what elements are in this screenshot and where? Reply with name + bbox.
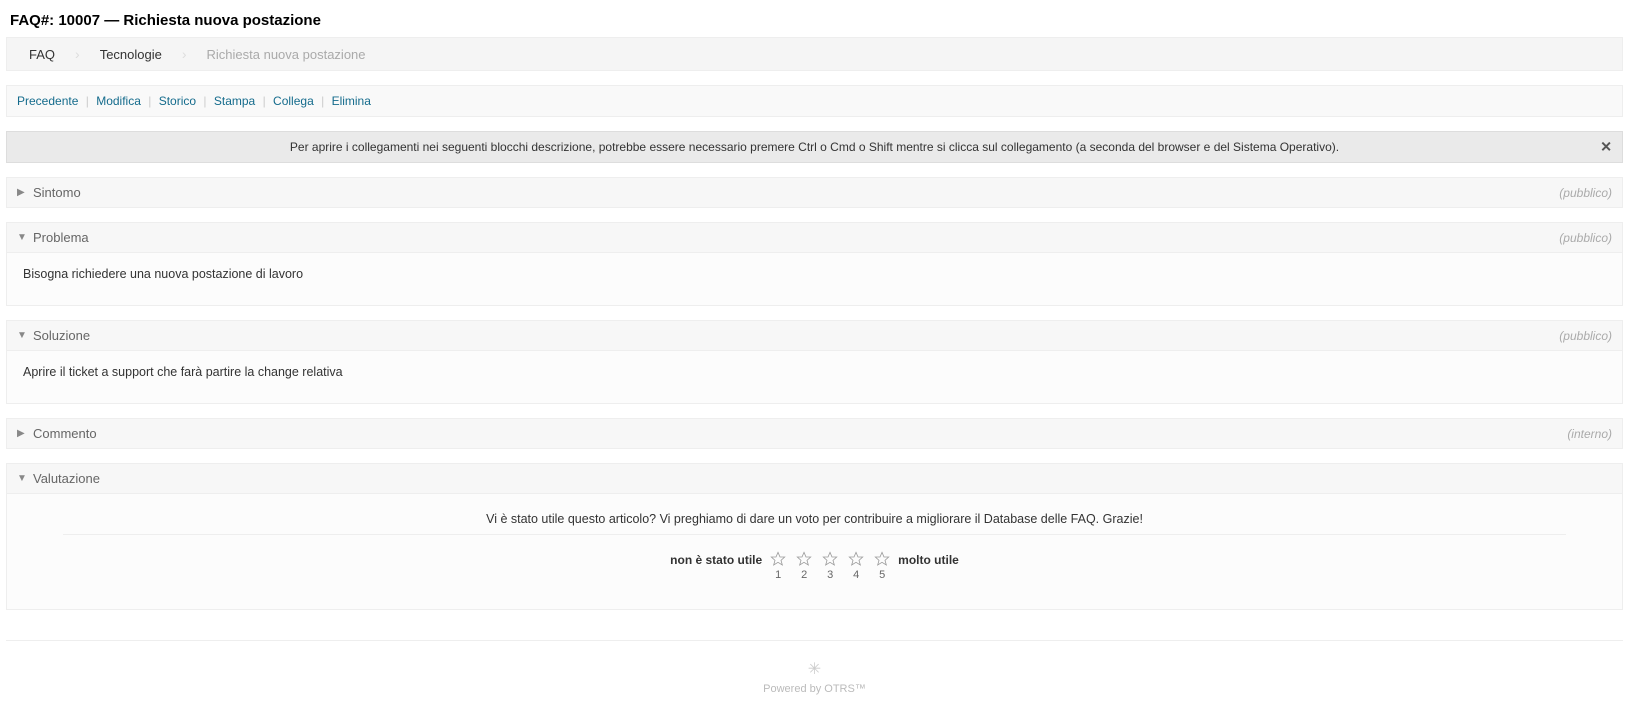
star-number: 2 <box>801 569 807 581</box>
snowflake-icon: ✳ <box>6 659 1623 679</box>
caret-down-icon: ▼ <box>17 330 27 341</box>
caret-right-icon: ▶ <box>17 428 27 439</box>
star-2[interactable]: 2 <box>796 551 812 581</box>
panel-header-soluzione[interactable]: ▼ Soluzione (pubblico) <box>7 321 1622 351</box>
panel-title: Commento <box>33 426 97 441</box>
star-number: 5 <box>879 569 885 581</box>
rating-low-label: non è stato utile <box>670 551 762 567</box>
visibility-badge: (interno) <box>1567 427 1612 441</box>
caret-down-icon: ▼ <box>17 473 27 484</box>
info-notice: Per aprire i collegamenti nei seguenti b… <box>6 131 1623 163</box>
action-stampa[interactable]: Stampa <box>210 94 259 108</box>
divider <box>63 534 1566 535</box>
star-icon <box>848 551 864 567</box>
action-collega[interactable]: Collega <box>269 94 318 108</box>
panel-problema: ▼ Problema (pubblico) Bisogna richiedere… <box>6 222 1623 306</box>
star-number: 1 <box>775 569 781 581</box>
star-icon <box>822 551 838 567</box>
breadcrumb-faq[interactable]: FAQ <box>15 41 69 68</box>
panel-header-commento[interactable]: ▶ Commento (interno) <box>7 419 1622 448</box>
action-precedente[interactable]: Precedente <box>13 94 82 108</box>
panel-title: Problema <box>33 230 89 245</box>
panel-valutazione: ▼ Valutazione Vi è stato utile questo ar… <box>6 463 1623 610</box>
breadcrumb-current: Richiesta nuova postazione <box>193 41 380 68</box>
rating-row: non è stato utile 1 2 3 4 <box>23 551 1606 581</box>
star-number: 3 <box>827 569 833 581</box>
panel-body-problema: Bisogna richiedere una nuova postazione … <box>7 253 1622 305</box>
star-4[interactable]: 4 <box>848 551 864 581</box>
rating-prompt: Vi è stato utile questo articolo? Vi pre… <box>23 512 1606 526</box>
star-icon <box>874 551 890 567</box>
caret-down-icon: ▼ <box>17 232 27 243</box>
rating-stars: 1 2 3 4 5 <box>770 551 890 581</box>
panel-header-valutazione[interactable]: ▼ Valutazione <box>7 464 1622 494</box>
visibility-badge: (pubblico) <box>1559 231 1612 245</box>
star-number: 4 <box>853 569 859 581</box>
visibility-badge: (pubblico) <box>1559 329 1612 343</box>
action-storico[interactable]: Storico <box>155 94 200 108</box>
star-icon <box>796 551 812 567</box>
action-elimina[interactable]: Elimina <box>328 94 375 108</box>
notice-text: Per aprire i collegamenti nei seguenti b… <box>290 140 1339 154</box>
breadcrumb-tecnologie[interactable]: Tecnologie <box>86 41 176 68</box>
star-3[interactable]: 3 <box>822 551 838 581</box>
star-icon <box>770 551 786 567</box>
panel-header-sintomo[interactable]: ▶ Sintomo (pubblico) <box>7 178 1622 207</box>
panel-title: Soluzione <box>33 328 90 343</box>
action-bar: Precedente | Modifica | Storico | Stampa… <box>6 85 1623 117</box>
page-title: FAQ#: 10007 — Richiesta nuova postazione <box>6 8 1623 37</box>
star-1[interactable]: 1 <box>770 551 786 581</box>
close-icon[interactable]: ✕ <box>1600 139 1612 156</box>
panel-title: Valutazione <box>33 471 100 486</box>
panel-commento: ▶ Commento (interno) <box>6 418 1623 449</box>
panel-body-soluzione: Aprire il ticket a support che farà part… <box>7 351 1622 403</box>
panel-title: Sintomo <box>33 185 81 200</box>
footer-text: Powered by OTRS™ <box>6 683 1623 695</box>
action-modifica[interactable]: Modifica <box>92 94 145 108</box>
panel-header-problema[interactable]: ▼ Problema (pubblico) <box>7 223 1622 253</box>
breadcrumb: FAQ › Tecnologie › Richiesta nuova posta… <box>6 37 1623 71</box>
page-footer: ✳ Powered by OTRS™ <box>6 640 1623 715</box>
panel-body-valutazione: Vi è stato utile questo articolo? Vi pre… <box>7 494 1622 609</box>
panel-sintomo: ▶ Sintomo (pubblico) <box>6 177 1623 208</box>
chevron-right-icon: › <box>75 46 80 62</box>
rating-high-label: molto utile <box>898 551 959 567</box>
visibility-badge: (pubblico) <box>1559 186 1612 200</box>
panel-soluzione: ▼ Soluzione (pubblico) Aprire il ticket … <box>6 320 1623 404</box>
caret-right-icon: ▶ <box>17 187 27 198</box>
chevron-right-icon: › <box>182 46 187 62</box>
star-5[interactable]: 5 <box>874 551 890 581</box>
